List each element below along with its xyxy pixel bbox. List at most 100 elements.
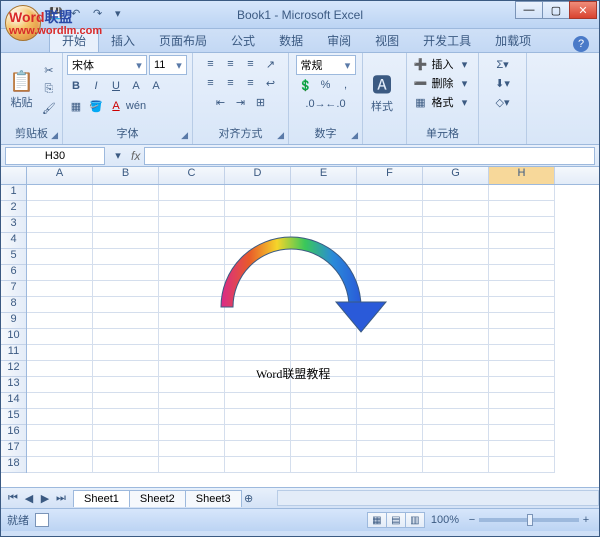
cell[interactable] <box>357 377 423 393</box>
cell[interactable] <box>357 441 423 457</box>
cell[interactable] <box>489 233 555 249</box>
cell[interactable] <box>423 313 489 329</box>
cell[interactable] <box>423 233 489 249</box>
sheet-tab-3[interactable]: Sheet3 <box>185 490 242 507</box>
border-icon[interactable]: ▦ <box>67 97 85 115</box>
cell[interactable] <box>489 329 555 345</box>
shrink-font-icon[interactable]: A <box>147 77 165 95</box>
row-header-17[interactable]: 17 <box>1 441 26 457</box>
zoom-in-icon[interactable]: + <box>579 513 593 527</box>
sheet-nav-prev-icon[interactable]: ◀ <box>21 490 37 506</box>
cell[interactable] <box>159 377 225 393</box>
indent-left-icon[interactable]: ⇤ <box>212 93 230 111</box>
cell[interactable] <box>423 217 489 233</box>
cell[interactable] <box>27 393 93 409</box>
cell[interactable] <box>291 185 357 201</box>
cell[interactable] <box>27 249 93 265</box>
view-layout-icon[interactable]: ▤ <box>386 512 406 528</box>
cell[interactable] <box>93 233 159 249</box>
indent-right-icon[interactable]: ⇥ <box>232 93 250 111</box>
cell[interactable] <box>27 297 93 313</box>
column-header-B[interactable]: B <box>93 167 159 184</box>
cell[interactable] <box>225 185 291 201</box>
insert-cells-button[interactable]: ➕插入▾ <box>412 55 474 73</box>
row-header-8[interactable]: 8 <box>1 297 26 313</box>
sheet-nav-last-icon[interactable]: ⏭ <box>53 490 69 506</box>
cell[interactable] <box>159 393 225 409</box>
cell[interactable] <box>489 265 555 281</box>
cell[interactable] <box>423 345 489 361</box>
chevron-down-icon[interactable]: ▾ <box>341 59 355 72</box>
cut-icon[interactable]: ✂ <box>40 61 58 79</box>
cell[interactable] <box>291 457 357 473</box>
tab-layout[interactable]: 页面布局 <box>147 29 219 52</box>
cell[interactable] <box>27 281 93 297</box>
tab-formula[interactable]: 公式 <box>219 29 267 52</box>
column-header-A[interactable]: A <box>27 167 93 184</box>
cell[interactable] <box>423 425 489 441</box>
font-name-combo[interactable]: ▾ <box>67 55 147 75</box>
cell[interactable] <box>291 393 357 409</box>
cell[interactable] <box>489 377 555 393</box>
fill-icon[interactable]: ⬇▾ <box>494 74 512 92</box>
cell[interactable] <box>489 457 555 473</box>
horizontal-scrollbar[interactable] <box>277 490 599 506</box>
cell[interactable] <box>27 345 93 361</box>
cell[interactable] <box>93 409 159 425</box>
cell[interactable] <box>357 345 423 361</box>
cell[interactable] <box>93 425 159 441</box>
cell[interactable] <box>27 313 93 329</box>
column-header-D[interactable]: D <box>225 167 291 184</box>
font-color-icon[interactable]: A <box>107 97 125 115</box>
cell[interactable] <box>27 409 93 425</box>
cell[interactable] <box>291 345 357 361</box>
comma-icon[interactable]: , <box>337 76 355 94</box>
copy-icon[interactable]: ⎘ <box>40 80 58 98</box>
cell[interactable] <box>423 409 489 425</box>
percent-icon[interactable]: % <box>317 76 335 94</box>
tab-data[interactable]: 数据 <box>267 29 315 52</box>
worksheet-grid[interactable]: ABCDEFGH 123456789101112131415161718 Wor… <box>1 167 599 487</box>
qat-dropdown-icon[interactable]: ▾ <box>115 7 131 23</box>
cell[interactable] <box>357 361 423 377</box>
italic-icon[interactable]: I <box>87 77 105 95</box>
cell[interactable] <box>159 441 225 457</box>
cell[interactable] <box>357 457 423 473</box>
cell[interactable] <box>489 425 555 441</box>
column-header-E[interactable]: E <box>291 167 357 184</box>
clipboard-launcher-icon[interactable]: ◢ <box>51 130 58 141</box>
cell[interactable] <box>93 329 159 345</box>
cell[interactable] <box>423 249 489 265</box>
cell[interactable] <box>225 393 291 409</box>
column-header-C[interactable]: C <box>159 167 225 184</box>
align-left-icon[interactable]: ≡ <box>202 74 220 92</box>
number-format-input[interactable] <box>297 59 341 71</box>
tab-developer[interactable]: 开发工具 <box>411 29 483 52</box>
row-header-15[interactable]: 15 <box>1 409 26 425</box>
cell[interactable] <box>423 185 489 201</box>
cell[interactable] <box>27 329 93 345</box>
zoom-thumb[interactable] <box>527 514 533 526</box>
maximize-button[interactable]: ▢ <box>542 1 570 19</box>
formula-bar[interactable] <box>144 147 595 165</box>
row-header-14[interactable]: 14 <box>1 393 26 409</box>
cell[interactable] <box>27 377 93 393</box>
row-header-7[interactable]: 7 <box>1 281 26 297</box>
tab-view[interactable]: 视图 <box>363 29 411 52</box>
row-header-5[interactable]: 5 <box>1 249 26 265</box>
view-pagebreak-icon[interactable]: ▥ <box>405 512 425 528</box>
cell[interactable] <box>93 185 159 201</box>
cell[interactable] <box>291 441 357 457</box>
font-size-input[interactable] <box>150 59 172 71</box>
font-size-combo[interactable]: ▾ <box>149 55 187 75</box>
row-header-18[interactable]: 18 <box>1 457 26 473</box>
view-normal-icon[interactable]: ▦ <box>367 512 387 528</box>
font-launcher-icon[interactable]: ◢ <box>181 130 188 141</box>
cell[interactable] <box>489 313 555 329</box>
cell[interactable] <box>93 441 159 457</box>
align-middle-icon[interactable]: ≡ <box>222 55 240 73</box>
cell[interactable] <box>423 329 489 345</box>
cell[interactable] <box>27 425 93 441</box>
decrease-decimal-icon[interactable]: ←.0 <box>327 95 345 113</box>
wrap-text-icon[interactable]: ↩ <box>262 74 280 92</box>
